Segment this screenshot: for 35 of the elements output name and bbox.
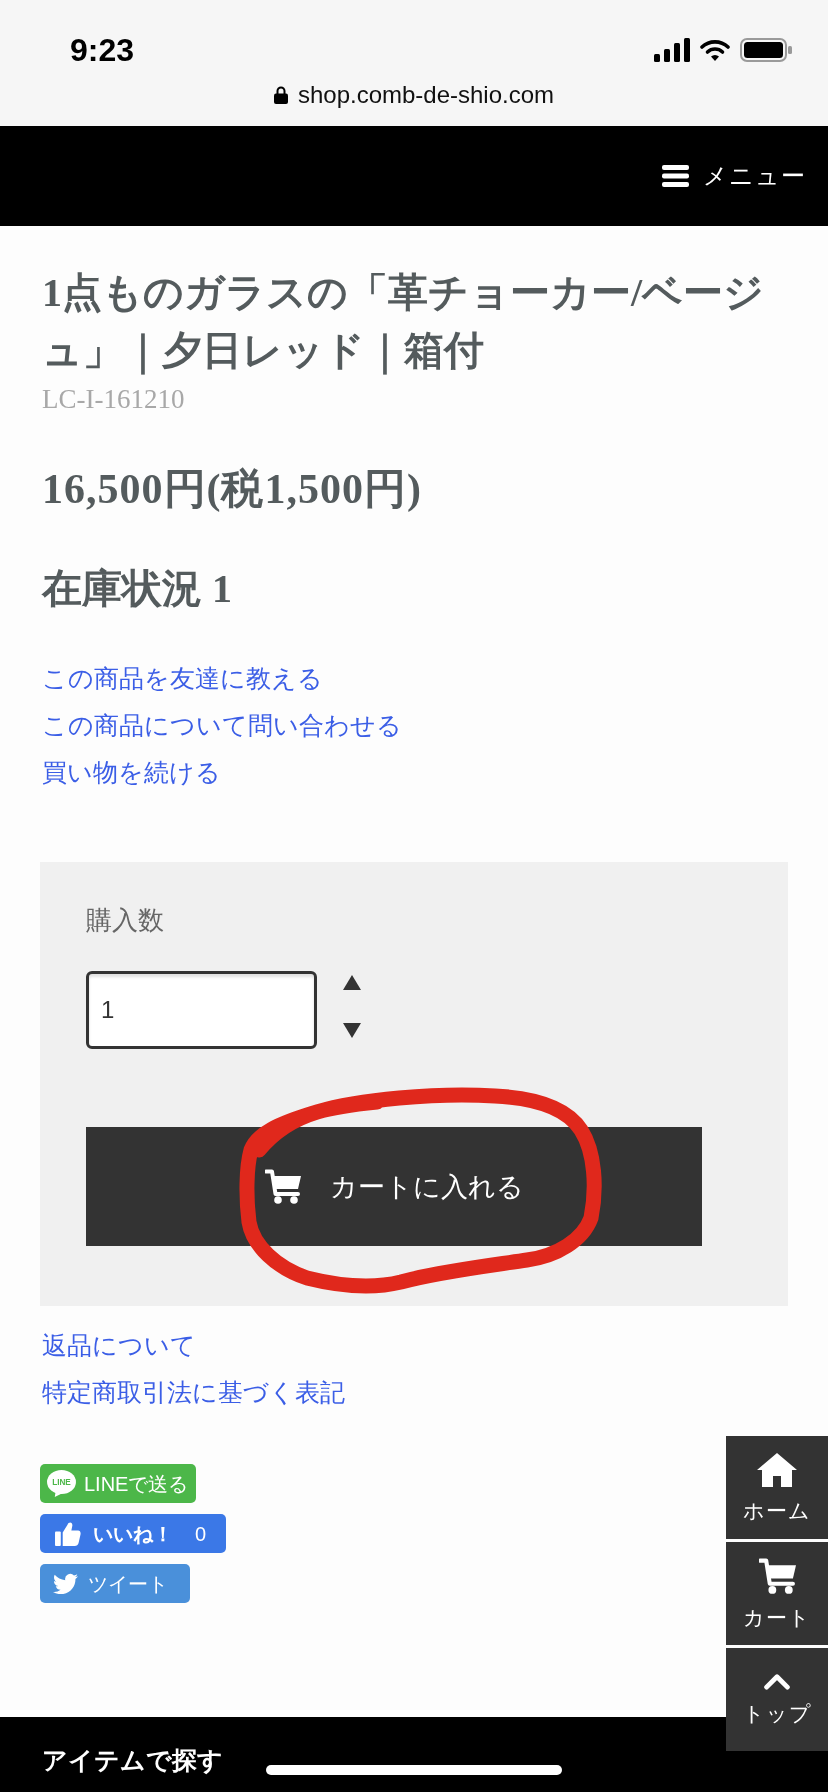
product-price: 16,500円(税1,500円) [42, 466, 423, 512]
signal-icon [654, 38, 690, 62]
battery-icon [740, 38, 792, 62]
status-time: 9:23 [70, 34, 135, 66]
wifi-icon [700, 39, 730, 61]
cart-button[interactable]: カート [726, 1542, 828, 1645]
home-button[interactable]: ホーム [726, 1436, 828, 1539]
spin-up-icon[interactable] [343, 975, 361, 990]
quantity-input[interactable]: 1 [86, 971, 317, 1049]
product-code: LC-I-161210 [42, 384, 186, 414]
text-link[interactable]: この商品について問い合わせる [42, 702, 402, 749]
thumbs-up-icon [55, 1521, 81, 1546]
tweet-button[interactable]: ツイート [40, 1564, 190, 1603]
stock-status: 在庫状況 1 [42, 566, 233, 612]
add-to-cart-button[interactable]: カートに入れる [86, 1127, 702, 1246]
text-link[interactable]: 返品について [42, 1322, 196, 1369]
like-button[interactable]: いいね！ 0 [40, 1514, 227, 1553]
lock-icon [273, 86, 288, 104]
back-to-top-button[interactable]: トップ [726, 1648, 828, 1751]
text-link[interactable]: 買い物を続ける [42, 749, 221, 796]
spin-down-icon[interactable] [343, 1023, 361, 1038]
like-count: 0 [195, 1521, 207, 1546]
cart-icon [758, 1557, 796, 1594]
url-text[interactable]: shop.comb-de-shio.com [297, 80, 555, 110]
home-icon [757, 1452, 797, 1487]
chevron-up-icon [764, 1673, 790, 1690]
product-title: 1点ものガラスの「革チョーカー/ベージュ」｜夕日レッド｜箱付 [42, 269, 766, 377]
quantity-label: 購入数 [86, 906, 165, 936]
bird-icon [53, 1573, 78, 1594]
cart-icon [264, 1169, 301, 1204]
menu-icon [662, 165, 689, 187]
footer-title: アイテムで探す [42, 1746, 223, 1774]
menu-button[interactable]: メニュー [662, 161, 806, 191]
text-link[interactable]: この商品を友達に教える [42, 655, 323, 702]
text-link[interactable]: 特定商取引法に基づく表記 [42, 1369, 345, 1416]
